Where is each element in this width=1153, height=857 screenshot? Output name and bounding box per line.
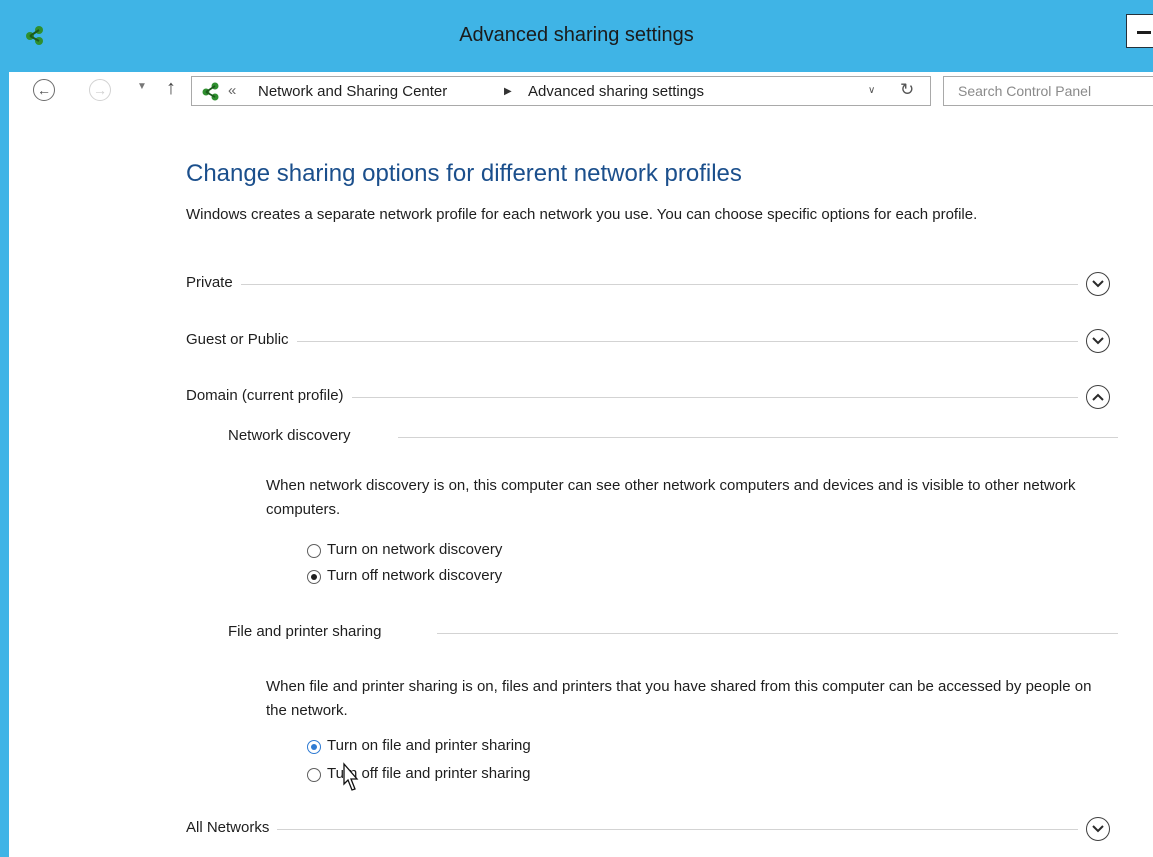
profile-private[interactable]: Private [186,270,1120,300]
forward-arrow-icon[interactable]: → [89,79,111,101]
network-discovery-title: Network discovery [228,427,351,444]
radio-button[interactable] [307,544,321,558]
divider [398,437,1118,438]
window-frame [0,0,9,857]
profile-domain[interactable]: Domain (current profile) [186,383,1120,413]
chevron-down-icon[interactable]: ∨ [868,85,875,96]
file-sharing-title: File and printer sharing [228,623,382,640]
profile-label: Domain (current profile) [186,387,352,404]
breadcrumb-advanced-sharing-settings[interactable]: Advanced sharing settings [528,83,704,100]
radio-button[interactable] [307,570,321,584]
recent-locations-dropdown[interactable]: ▼ [137,81,147,92]
breadcrumb-separator-icon[interactable]: ▶ [504,86,512,97]
mouse-cursor-icon [343,762,359,791]
minimize-button[interactable] [1126,14,1153,48]
profile-guest-public[interactable]: Guest or Public [186,327,1120,357]
radio-label: Turn off network discovery [327,567,503,584]
address-bar[interactable]: « Network and Sharing Center ▶ Advanced … [191,76,931,106]
page-title: Change sharing options for different net… [186,160,742,187]
title-bar: Advanced sharing settings [0,0,1153,72]
chevron-down-icon[interactable] [1086,329,1110,353]
profile-label: All Networks [186,819,278,836]
page-description: Windows creates a separate network profi… [186,206,978,223]
refresh-icon[interactable]: ↻ [900,80,914,100]
profile-label: Guest or Public [186,331,297,348]
overflow-icon[interactable]: « [228,82,236,99]
up-arrow-icon[interactable]: ↑ [166,77,176,100]
chevron-down-icon[interactable] [1086,817,1110,841]
window-title: Advanced sharing settings [459,24,694,46]
breadcrumb-network-sharing-center[interactable]: Network and Sharing Center [258,83,447,100]
radio-label: Turn on file and printer sharing [327,737,531,754]
network-icon [202,82,219,101]
radio-button[interactable] [307,740,321,754]
file-sharing-description: When file and printer sharing is on, fil… [266,678,1092,719]
back-arrow-icon[interactable]: ← [33,79,55,101]
profile-all-networks[interactable]: All Networks [186,815,1120,845]
chevron-up-icon[interactable] [1086,385,1110,409]
radio-button[interactable] [307,768,321,782]
chevron-down-icon[interactable] [1086,272,1110,296]
navigation-bar: ← → ▼ ↑ « Network and Sharing Center ▶ A… [9,72,1153,110]
network-discovery-description: When network discovery is on, this compu… [266,477,1076,518]
search-input[interactable]: Search Control Panel [943,76,1153,106]
divider [437,633,1118,634]
profile-label: Private [186,274,241,291]
radio-label: Turn on network discovery [327,541,503,558]
